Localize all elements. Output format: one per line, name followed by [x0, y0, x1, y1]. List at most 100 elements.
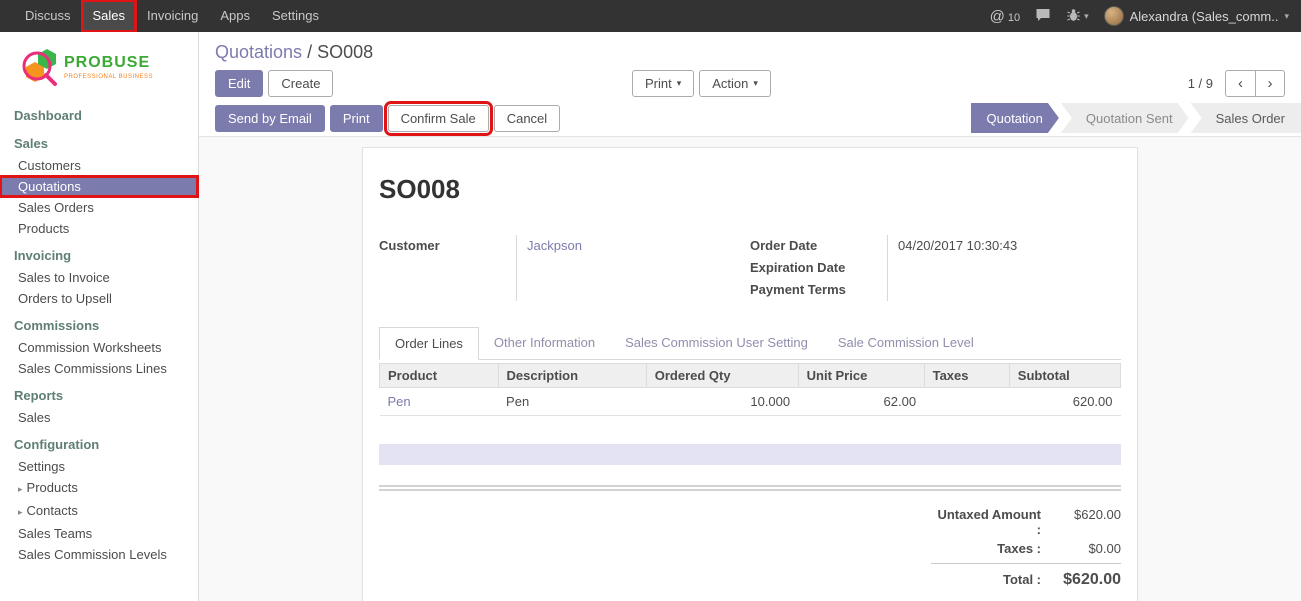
expiration-date-label: Expiration Date — [750, 257, 887, 279]
messages-button[interactable] — [1035, 8, 1051, 25]
probuse-logo-icon — [14, 42, 60, 93]
untaxed-amount-label: Untaxed Amount : — [931, 507, 1041, 537]
sidebar-item-sales-commissions-lines[interactable]: Sales Commissions Lines — [0, 358, 198, 379]
sidebar-item-label: Contacts — [27, 503, 78, 518]
tab-sale-commission-level[interactable]: Sale Commission Level — [823, 327, 989, 359]
tab-sales-commission-user-setting[interactable]: Sales Commission User Setting — [610, 327, 823, 359]
menu-invoicing[interactable]: Invoicing — [136, 0, 209, 32]
sidebar-item-products[interactable]: Products — [0, 218, 198, 239]
order-date-label: Order Date — [750, 235, 887, 257]
create-button[interactable]: Create — [268, 70, 333, 97]
print-dropdown-button[interactable]: Print ▾ — [632, 70, 694, 97]
statusbar: Quotation Quotation Sent Sales Order — [969, 103, 1301, 133]
record-actions: Print ▾ Action ▾ — [632, 70, 771, 97]
sidebar-item-reports-sales[interactable]: Sales — [0, 407, 198, 428]
taxes-label: Taxes : — [931, 541, 1041, 556]
sidebar-item-sales-commission-levels[interactable]: Sales Commission Levels — [0, 544, 198, 565]
sidebar-item-commission-worksheets[interactable]: Commission Worksheets — [0, 337, 198, 358]
cell-subtotal: 620.00 — [1009, 388, 1120, 416]
cell-product: Pen — [380, 388, 499, 416]
user-menu[interactable]: Alexandra (Sales_comm.. ▾ — [1104, 6, 1289, 26]
sidebar-header-configuration[interactable]: Configuration — [0, 433, 198, 456]
caret-down-icon: ▾ — [753, 75, 758, 92]
pager: 1 / 9 ‹ › — [1188, 70, 1285, 97]
pager-next-button[interactable]: › — [1255, 70, 1285, 97]
status-quotation[interactable]: Quotation — [971, 103, 1059, 133]
status-quotation-sent[interactable]: Quotation Sent — [1061, 103, 1189, 133]
customer-value-link[interactable]: Jackpson — [527, 235, 750, 257]
edit-button[interactable]: Edit — [215, 70, 263, 97]
table-row[interactable]: Pen Pen 10.000 62.00 620.00 — [380, 388, 1121, 416]
form-view: SO008 Customer Jackpson Order Date E — [199, 137, 1301, 601]
sidebar-item-orders-to-upsell[interactable]: Orders to Upsell — [0, 288, 198, 309]
record-title: SO008 — [379, 174, 1121, 205]
expand-icon: ▸ — [18, 507, 23, 517]
caret-down-icon: ▾ — [1284, 11, 1289, 22]
sidebar: PROBUSE PROFESSIONAL BUSINESS Dashboard … — [0, 32, 199, 601]
cancel-button[interactable]: Cancel — [494, 105, 560, 132]
field-groups: Customer Jackpson Order Date Expiration … — [379, 235, 1121, 301]
tab-order-lines[interactable]: Order Lines — [379, 327, 479, 360]
taxes-row: Taxes : $0.00 — [931, 539, 1121, 558]
order-lines-table: Product Description Ordered Qty Unit Pri… — [379, 363, 1121, 416]
caret-down-icon: ▾ — [677, 75, 682, 92]
sidebar-item-quotations[interactable]: Quotations — [0, 176, 198, 197]
sidebar-nav: Dashboard Sales Customers Quotations Sal… — [0, 98, 198, 565]
untaxed-amount-row: Untaxed Amount : $620.00 — [931, 505, 1121, 539]
sidebar-header-invoicing[interactable]: Invoicing — [0, 244, 198, 267]
control-row-workflow: Send by Email Print Confirm Sale Cancel … — [199, 103, 1301, 133]
empty-line-strip — [379, 444, 1121, 465]
app-menus: Discuss Sales Invoicing Apps Settings — [0, 0, 330, 32]
form-sheet: SO008 Customer Jackpson Order Date E — [362, 147, 1138, 601]
sidebar-item-config-contacts[interactable]: ▸ Contacts — [0, 500, 198, 523]
total-label: Total : — [931, 572, 1041, 587]
sidebar-item-config-products[interactable]: ▸Products — [0, 477, 198, 500]
menu-apps[interactable]: Apps — [209, 0, 261, 32]
expand-icon: ▸ — [18, 484, 23, 494]
sidebar-header-dashboard[interactable]: Dashboard — [0, 104, 198, 127]
sidebar-item-sales-teams[interactable]: Sales Teams — [0, 523, 198, 544]
breadcrumb: Quotations / SO008 — [199, 32, 1301, 64]
sidebar-item-settings[interactable]: Settings — [0, 456, 198, 477]
pager-value: 1 / 9 — [1188, 76, 1213, 91]
column-header-unit-price: Unit Price — [798, 364, 924, 388]
caret-down-icon: ▾ — [1084, 11, 1089, 22]
control-panel: Quotations / SO008 Edit Create Print ▾ A… — [199, 32, 1301, 137]
mentions-button[interactable]: @ 10 — [990, 8, 1020, 25]
mention-count: 10 — [1008, 12, 1020, 24]
menu-discuss[interactable]: Discuss — [14, 0, 82, 32]
debug-menu-button[interactable]: ▾ — [1066, 8, 1089, 25]
topbar-right: @ 10 ▾ Alexandra (Sales_comm.. ▾ — [990, 0, 1301, 32]
cell-ordered-qty: 10.000 — [646, 388, 798, 416]
breadcrumb-quotations-link[interactable]: Quotations — [215, 42, 302, 62]
chat-bubble-icon — [1035, 8, 1051, 25]
tab-other-information[interactable]: Other Information — [479, 327, 610, 359]
sidebar-header-reports[interactable]: Reports — [0, 384, 198, 407]
print-button[interactable]: Print — [330, 105, 383, 132]
pager-previous-button[interactable]: ‹ — [1225, 70, 1255, 97]
totals-block: Untaxed Amount : $620.00 Taxes : $0.00 T… — [931, 505, 1121, 591]
sidebar-item-sales-orders[interactable]: Sales Orders — [0, 197, 198, 218]
column-header-product: Product — [380, 364, 499, 388]
breadcrumb-current: SO008 — [317, 42, 373, 62]
bug-icon — [1066, 8, 1081, 25]
probuse-logo: PROBUSE PROFESSIONAL BUSINESS — [0, 32, 198, 98]
action-dropdown-button[interactable]: Action ▾ — [699, 70, 771, 97]
sidebar-item-sales-to-invoice[interactable]: Sales to Invoice — [0, 267, 198, 288]
menu-sales[interactable]: Sales — [82, 0, 137, 32]
field-group-right: Order Date Expiration Date Payment Terms… — [750, 235, 1121, 301]
notebook-tabs: Order Lines Other Information Sales Comm… — [379, 327, 1121, 360]
action-dropdown-label: Action — [712, 75, 748, 92]
send-by-email-button[interactable]: Send by Email — [215, 105, 325, 132]
sidebar-item-customers[interactable]: Customers — [0, 155, 198, 176]
sidebar-header-sales[interactable]: Sales — [0, 132, 198, 155]
menu-settings[interactable]: Settings — [261, 0, 330, 32]
confirm-sale-button[interactable]: Confirm Sale — [388, 105, 489, 132]
cell-unit-price: 62.00 — [798, 388, 924, 416]
column-header-ordered-qty: Ordered Qty — [646, 364, 798, 388]
status-sales-order[interactable]: Sales Order — [1191, 103, 1301, 133]
total-row: Total : $620.00 — [931, 563, 1121, 591]
payment-terms-value — [898, 279, 1121, 301]
column-header-subtotal: Subtotal — [1009, 364, 1120, 388]
sidebar-header-commissions[interactable]: Commissions — [0, 314, 198, 337]
